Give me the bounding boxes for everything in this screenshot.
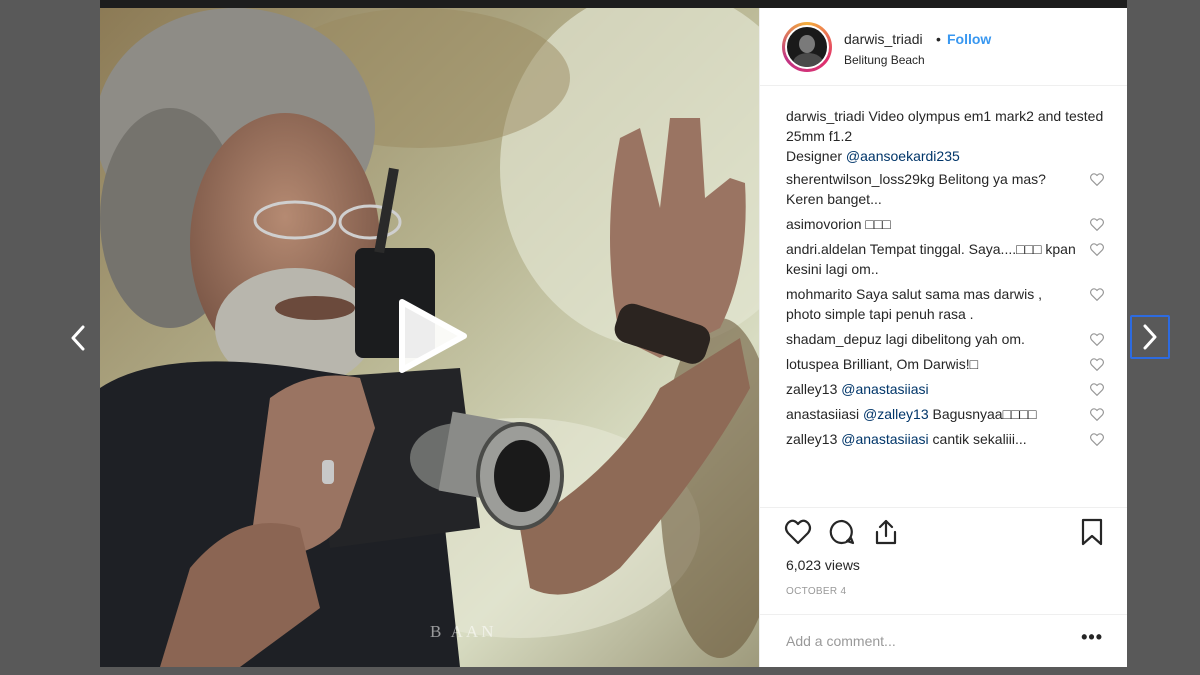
comment-username[interactable]: zalley13	[786, 381, 837, 397]
post-date[interactable]: OCTOBER 4	[786, 586, 846, 597]
comment-text: Brilliant, Om Darwis!□	[838, 356, 979, 372]
avatar[interactable]	[782, 22, 832, 72]
comment-username[interactable]: lotuspea	[786, 356, 839, 372]
next-post-button[interactable]	[1130, 315, 1170, 359]
heart-icon[interactable]	[1090, 288, 1104, 301]
comment-username[interactable]: andri.aldelan	[786, 241, 866, 257]
post-side-panel: darwis_triadi • Follow Belitung Beach da…	[759, 8, 1127, 667]
chevron-left-icon	[71, 325, 85, 351]
comment-item: zalley13 @anastasiiasi	[786, 379, 1104, 399]
chevron-right-icon	[1143, 324, 1157, 350]
bookmark-icon[interactable]	[1078, 518, 1106, 546]
add-comment-bar: •••	[760, 614, 1127, 667]
video-watermark: B AAN	[430, 622, 497, 641]
heart-icon[interactable]	[1090, 408, 1104, 421]
previous-post-strip	[100, 0, 1127, 8]
play-button[interactable]	[396, 298, 468, 374]
heart-icon[interactable]	[1090, 243, 1104, 256]
add-comment-input[interactable]	[784, 628, 1068, 654]
comment-username[interactable]: zalley13	[786, 431, 837, 447]
video-player[interactable]: B AAN	[100, 8, 759, 667]
comment-username[interactable]: shadam_depuz	[786, 331, 882, 347]
comment-item: andri.aldelan Tempat tinggal. Saya....□□…	[786, 239, 1104, 279]
comment-mention[interactable]: @anastasiiasi	[841, 381, 928, 397]
heart-icon[interactable]	[1090, 173, 1104, 186]
caption-mention[interactable]: @aansoekardi235	[846, 148, 960, 164]
heart-icon[interactable]	[1090, 358, 1104, 371]
comment-mention[interactable]: @zalley13	[863, 406, 929, 422]
heart-icon[interactable]	[1090, 383, 1104, 396]
comment-item: asimovorion □□□	[786, 214, 1104, 234]
view-count[interactable]: 6,023 views	[786, 557, 860, 573]
caption-username[interactable]: darwis_triadi	[786, 108, 865, 124]
location-link[interactable]: Belitung Beach	[844, 53, 925, 67]
follow-button[interactable]: Follow	[947, 31, 991, 47]
comment-item: lotuspea Brilliant, Om Darwis!□	[786, 354, 1104, 374]
comment-mention[interactable]: @anastasiiasi	[841, 431, 928, 447]
heart-icon[interactable]	[1090, 333, 1104, 346]
play-icon	[399, 299, 467, 373]
post-header: darwis_triadi • Follow Belitung Beach	[760, 8, 1127, 86]
previous-post-button[interactable]	[60, 318, 96, 358]
share-icon[interactable]	[872, 518, 900, 546]
heart-icon[interactable]	[1090, 218, 1104, 231]
header-username[interactable]: darwis_triadi	[844, 31, 923, 47]
heart-icon[interactable]	[784, 518, 812, 546]
comment-username[interactable]: anastasiiasi	[786, 406, 859, 422]
comment-item: anastasiiasi @zalley13 Bagusnyaa□□□□	[786, 404, 1104, 424]
post-caption: darwis_triadi Video olympus em1 mark2 an…	[786, 106, 1104, 166]
heart-icon[interactable]	[1090, 433, 1104, 446]
caption-designer-label: Designer	[786, 148, 846, 164]
more-options-button[interactable]: •••	[1081, 627, 1103, 648]
comment-username[interactable]: asimovorion	[786, 216, 861, 232]
post-modal: B AAN darwis_triadi • Follow Belitung Be…	[100, 8, 1127, 667]
comment-username[interactable]: mohmarito	[786, 286, 852, 302]
comment-item: mohmarito Saya salut sama mas darwis , p…	[786, 284, 1104, 324]
comments-list[interactable]: darwis_triadi Video olympus em1 mark2 an…	[786, 106, 1104, 454]
comment-text: Bagusnyaa□□□□	[928, 406, 1037, 422]
avatar-image	[785, 25, 829, 69]
comment-item: shadam_depuz lagi dibelitong yah om.	[786, 329, 1104, 349]
comment-item: zalley13 @anastasiiasi cantik sekaliii..…	[786, 429, 1104, 449]
post-actions: 6,023 views OCTOBER 4	[760, 507, 1127, 597]
comment-username[interactable]: sherentwilson_loss29kg	[786, 171, 935, 187]
comment-text: lagi dibelitong yah om.	[881, 331, 1025, 347]
comment-text: cantik sekaliii...	[928, 431, 1027, 447]
header-separator: •	[936, 31, 941, 47]
comment-icon[interactable]	[828, 518, 856, 546]
comment-item: sherentwilson_loss29kg Belitong ya mas? …	[786, 169, 1104, 209]
comment-text: □□□	[861, 216, 891, 232]
